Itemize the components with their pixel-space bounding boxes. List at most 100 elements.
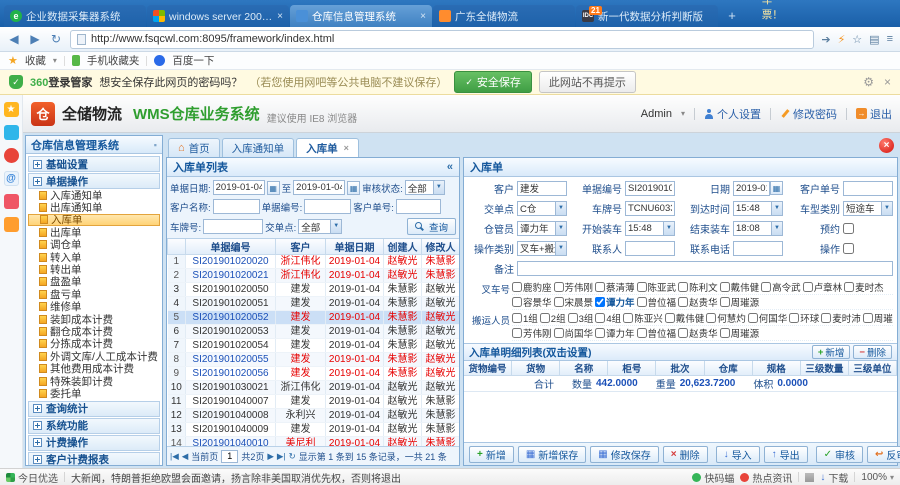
vehicle-type-select[interactable]: 短途车▼	[843, 201, 893, 216]
favorites-star-icon[interactable]: ★	[4, 102, 19, 117]
table-row[interactable]: 10 SI201901030021 浙江伟化 2019-01-04 赵敏光 赵敏…	[168, 381, 460, 395]
sidebar-item[interactable]: 转入单	[28, 251, 160, 263]
doc-no-cell[interactable]: SI201901020021	[186, 269, 276, 283]
sidebar-item[interactable]: 装卸成本计费	[28, 313, 160, 325]
customer-name-input[interactable]	[213, 199, 260, 214]
forklift-checkbox[interactable]: 卢章林	[803, 280, 843, 294]
table-row[interactable]: 11 SI201901040007 建发 2019-01-04 赵敏光 朱慧影	[168, 395, 460, 409]
detail-column-header[interactable]: 批次	[656, 361, 704, 375]
sidebar-section-query[interactable]: 查询统计	[28, 401, 160, 417]
customer-ref-input[interactable]	[396, 199, 441, 214]
browser-tab-3-active[interactable]: 仓库信息管理系统 ×	[290, 5, 432, 27]
forward-icon[interactable]: ▶	[28, 32, 42, 46]
detail-column-header[interactable]: 货物	[512, 361, 560, 375]
doc-no-cell[interactable]: SI201901030021	[186, 381, 276, 395]
news-ticker[interactable]: 大新闻，特朗普拒绝欧盟会面邀请，扬言除非美国取消优先权，否则将退出	[71, 470, 686, 485]
date-from-input[interactable]	[213, 180, 265, 195]
forklift-checkbox[interactable]: 陈亚武	[637, 280, 677, 294]
first-page-icon[interactable]: |◀	[170, 451, 179, 462]
operation-checkbox[interactable]	[843, 243, 854, 254]
doc-no-cell[interactable]: SI201901020050	[186, 283, 276, 297]
table-row[interactable]: 6 SI201901020053 建发 2019-01-04 朱慧影 赵敏光	[168, 325, 460, 339]
browser-tab-2[interactable]: windows server 2008 显示剛 ×	[147, 5, 289, 27]
porter-checkbox[interactable]: 戴伟健	[665, 311, 705, 325]
sidebar-item[interactable]: 委托单	[28, 387, 160, 399]
porter-checkbox[interactable]: 陈亚兴	[623, 311, 663, 325]
table-row[interactable]: 14 SI201901040010 美尼利 2019-01-04 赵敏光 朱慧影	[168, 437, 460, 447]
sidebar-item[interactable]: 维修单	[28, 301, 160, 313]
gear-icon[interactable]: ⚙	[863, 75, 874, 89]
doc-no-cell[interactable]: SI201901020053	[186, 325, 276, 339]
query-button[interactable]: 查询	[407, 218, 456, 235]
toolbar-button[interactable]: 新增	[469, 446, 514, 463]
forklift-checkbox[interactable]: 曾位福	[637, 295, 677, 309]
refresh-icon[interactable]: ↻	[49, 32, 63, 46]
forklift-checkbox[interactable]: 宋晨景	[554, 295, 594, 309]
prev-page-icon[interactable]: ◀	[182, 451, 189, 462]
toolbar-button[interactable]: 导出	[764, 446, 808, 463]
detail-column-header[interactable]: 三级数量	[801, 361, 849, 375]
porter-checkbox[interactable]: 周璀源	[863, 311, 893, 325]
porter-checkbox[interactable]: 3组	[568, 311, 594, 325]
doc-no-cell[interactable]: SI201901020054	[186, 339, 276, 353]
porter-checkbox[interactable]: 周璀源	[720, 326, 760, 340]
tab-close-icon[interactable]: ×	[344, 143, 349, 153]
mobile-app-icon[interactable]	[4, 125, 19, 140]
porter-checkbox[interactable]: 芳伟刚	[512, 326, 552, 340]
sidebar-item[interactable]: 特殊装卸计费	[28, 375, 160, 387]
toolbar-button[interactable]: 删除	[663, 446, 708, 463]
doc-no-cell[interactable]: SI201901020051	[186, 297, 276, 311]
table-row[interactable]: 9 SI201901020056 建发 2019-01-04 朱慧影 赵敏光	[168, 367, 460, 381]
mail-at-icon[interactable]: @	[4, 171, 19, 186]
audit-status-select[interactable]: 全部 ▼	[405, 180, 445, 195]
tab-close-icon[interactable]: ×	[420, 11, 426, 22]
sidebar-item[interactable]: 盘盈单	[28, 276, 160, 288]
dismiss-site-button[interactable]: 此网站不再提示	[539, 71, 636, 93]
sidebar-section-reports[interactable]: 客户计费报表	[28, 452, 160, 465]
table-row[interactable]: 1 SI201901020020 浙江伟化 2019-01-04 赵敏光 朱慧影	[168, 255, 460, 269]
browser-tab-4[interactable]: 广东全储物流	[433, 5, 575, 27]
reserve-checkbox[interactable]	[843, 223, 854, 234]
doc-no-cell[interactable]: SI201901040007	[186, 395, 276, 409]
tab-home[interactable]: ⌂ 首页	[168, 138, 220, 157]
col-creator[interactable]: 创建人	[384, 239, 422, 255]
detail-column-header[interactable]: 货物编号	[464, 361, 512, 375]
forklift-checkbox[interactable]: 赵贵华	[678, 295, 718, 309]
sidebar-item[interactable]: 分拣成本计费	[28, 338, 160, 350]
sidebar-item[interactable]: 出库单	[28, 226, 160, 238]
date-field[interactable]	[733, 181, 770, 196]
sidebar-section-docs[interactable]: 单据操作	[28, 173, 160, 189]
menu-icon[interactable]: ≡	[887, 33, 893, 45]
porter-checkbox[interactable]: 环球	[789, 311, 819, 325]
porter-checkbox[interactable]: 尚国华	[554, 326, 594, 340]
doc-no-input[interactable]	[304, 199, 351, 214]
forklift-checkbox[interactable]: 芳伟刚	[554, 280, 594, 294]
toolbar-button[interactable]: 审核	[816, 446, 863, 463]
tab-close-icon[interactable]: ×	[277, 11, 283, 22]
change-password-link[interactable]: 修改密码	[780, 106, 837, 122]
browser-tab-5[interactable]: IDC 21 新一代数据分析判断版	[576, 5, 718, 27]
bookmark-fav[interactable]: 收藏	[25, 53, 46, 68]
kuaimafu-tool[interactable]: 快码蝠	[692, 470, 734, 485]
toolbar-button[interactable]: 修改保存	[590, 446, 658, 463]
logout-link[interactable]: → 退出	[856, 106, 892, 122]
porter-checkbox[interactable]: 麦时沛	[821, 311, 861, 325]
sidebar-section-basic[interactable]: 基础设置	[28, 156, 160, 172]
expand-icon[interactable]	[33, 455, 42, 464]
toolbar-button[interactable]: 新增保存	[518, 446, 586, 463]
forklift-checkbox[interactable]: 容景华	[512, 295, 552, 309]
table-row[interactable]: 7 SI201901020054 建发 2019-01-04 朱慧影 赵敏光	[168, 339, 460, 353]
doc-no-field[interactable]	[625, 181, 675, 196]
reload-icon[interactable]: ↻	[289, 451, 296, 462]
zoom-level[interactable]: 100% ▾	[861, 472, 894, 483]
ticket-promo[interactable]: 今日开抢腊月廿八车票！	[762, 0, 783, 22]
table-row[interactable]: 12 SI201901040008 永利兴 2019-01-04 赵敏光 朱慧影	[168, 409, 460, 423]
toolbar-button[interactable]: 导入	[716, 446, 760, 463]
doc-no-cell[interactable]: SI201901040009	[186, 423, 276, 437]
collapse-icon[interactable]: «	[447, 161, 453, 173]
detail-column-header[interactable]: 柜号	[608, 361, 656, 375]
doc-no-cell[interactable]: SI201901040008	[186, 409, 276, 423]
chevron-down-icon[interactable]: ▾	[53, 56, 57, 65]
customer-field[interactable]	[517, 181, 567, 196]
chevron-down-icon[interactable]: ▾	[681, 109, 685, 118]
